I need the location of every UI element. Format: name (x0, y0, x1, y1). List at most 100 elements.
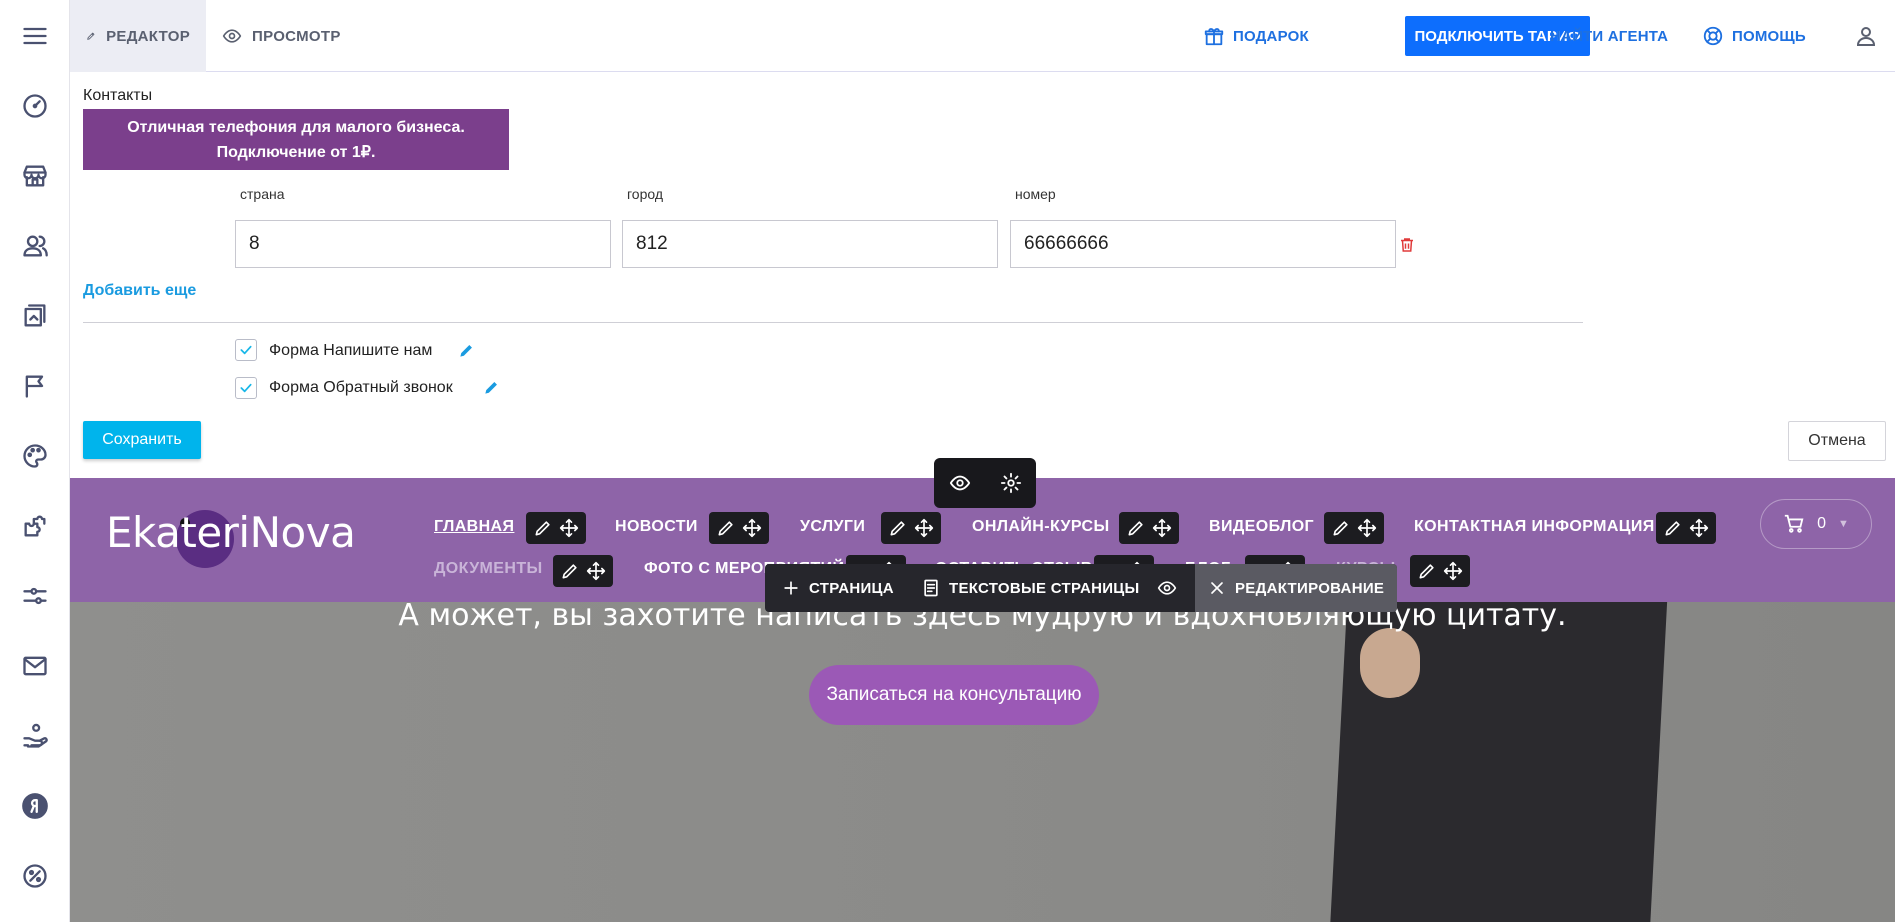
pencil-icon[interactable] (716, 518, 736, 538)
discount-icon[interactable] (17, 858, 53, 894)
nav-contact-info[interactable]: КОНТАКТНАЯ ИНФОРМАЦИЯ (1414, 518, 1655, 536)
promo-banner[interactable]: Отличная телефония для малого бизнеса. П… (83, 109, 509, 170)
promo-line-2: Подключение от 1₽. (216, 144, 376, 161)
gift-label: ПОДАРОК (1233, 27, 1309, 45)
cart-button[interactable]: 0 ▼ (1760, 499, 1872, 549)
tab-preview[interactable]: ПРОСМОТР (206, 0, 357, 72)
pages-icon[interactable] (17, 298, 53, 334)
move-icon[interactable] (586, 561, 606, 581)
nav-documents[interactable]: ДОКУМЕНТЫ (434, 560, 543, 578)
checkbox-write-us[interactable] (235, 339, 257, 361)
cart-count: 0 (1817, 515, 1826, 532)
editing-label: РЕДАКТИРОВАНИЕ (1235, 579, 1385, 597)
help-link[interactable]: ПОМОЩЬ (1702, 0, 1806, 72)
eye-icon[interactable] (949, 472, 971, 494)
pencil-icon (87, 32, 95, 40)
pencil-icon[interactable] (1126, 518, 1146, 538)
hero-figure-hand (1360, 628, 1420, 698)
country-code-input[interactable] (235, 220, 611, 268)
tab-preview-label: ПРОСМОТР (252, 27, 341, 45)
panel-title: Контакты (83, 87, 153, 104)
left-sidebar (0, 0, 70, 922)
top-bar: РЕДАКТОР ПРОСМОТР ПОДАРОК ПОДКЛЮЧИТЬ ТАР… (70, 0, 1895, 72)
flag-icon[interactable] (17, 368, 53, 404)
nav-item-controls (881, 512, 941, 544)
move-icon[interactable] (914, 518, 934, 538)
check-icon (240, 383, 252, 393)
save-button[interactable]: Сохранить (83, 421, 201, 459)
users-icon[interactable] (17, 228, 53, 264)
site-logo[interactable]: EkateriNova (106, 508, 356, 557)
nav-item-controls (1656, 512, 1716, 544)
add-page-button[interactable]: СТРАНИЦА (781, 564, 894, 612)
add-page-label: СТРАНИЦА (809, 579, 894, 597)
puzzle-icon[interactable] (17, 508, 53, 544)
yandex-icon[interactable] (17, 788, 53, 824)
add-more-link[interactable]: Добавить еще (83, 282, 196, 300)
pencil-icon[interactable] (560, 561, 580, 581)
lifebuoy-icon (1703, 26, 1723, 46)
nav-item-controls (1119, 512, 1179, 544)
close-editing-button[interactable]: РЕДАКТИРОВАНИЕ (1195, 564, 1397, 612)
promo-line-1: Отличная телефония для малого бизнеса. (127, 119, 465, 136)
nav-videoblog[interactable]: ВИДЕОБЛОГ (1209, 518, 1314, 536)
preview-toggle-button[interactable] (1157, 564, 1177, 612)
nav-services[interactable]: УСЛУГИ (800, 518, 865, 536)
chevron-down-icon: ▼ (1838, 518, 1849, 530)
help-label: ПОМОЩЬ (1732, 27, 1806, 45)
trash-icon[interactable] (1398, 236, 1416, 254)
pencil-icon[interactable] (1417, 561, 1437, 581)
find-agent-link[interactable]: НАЙТИ АГЕНТА (1550, 0, 1668, 72)
city-code-input[interactable] (622, 220, 998, 268)
cancel-button[interactable]: Отмена (1788, 421, 1886, 461)
pencil-icon[interactable] (533, 518, 553, 538)
hand-coins-icon[interactable] (17, 718, 53, 754)
form-callback-label: Форма Обратный звонок (269, 379, 453, 396)
move-icon[interactable] (559, 518, 579, 538)
pencil-icon[interactable] (1331, 518, 1351, 538)
pencil-icon[interactable] (1663, 518, 1683, 538)
menu-icon[interactable] (17, 18, 53, 54)
sliders-icon[interactable] (17, 578, 53, 614)
store-icon[interactable] (17, 158, 53, 194)
nav-item-controls (526, 512, 586, 544)
divider (83, 322, 1583, 323)
consultation-button[interactable]: Записаться на консультацию (809, 665, 1099, 725)
pencil-icon[interactable] (888, 518, 908, 538)
move-icon[interactable] (1443, 561, 1463, 581)
close-icon (1211, 582, 1223, 594)
plus-icon (784, 581, 798, 595)
cart-icon (1784, 514, 1804, 533)
edit-pencil-icon[interactable] (458, 342, 475, 364)
move-icon[interactable] (1357, 518, 1377, 538)
text-pages-label: ТЕКСТОВЫЕ СТРАНИЦЫ (949, 579, 1140, 597)
palette-icon[interactable] (17, 438, 53, 474)
user-icon[interactable] (1854, 24, 1878, 48)
floating-edit-toolbar: СТРАНИЦА ТЕКСТОВЫЕ СТРАНИЦЫ РЕДАКТИРОВАН… (765, 564, 1397, 612)
document-icon (924, 579, 938, 597)
phone-number-input[interactable] (1010, 220, 1396, 268)
nav-item-controls (709, 512, 769, 544)
find-agent-label: НАЙТИ АГЕНТА (1550, 27, 1669, 45)
country-label: страна (240, 186, 285, 202)
move-icon[interactable] (1152, 518, 1172, 538)
city-label: город (627, 186, 664, 202)
checkbox-callback[interactable] (235, 377, 257, 399)
tab-editor[interactable]: РЕДАКТОР (70, 0, 206, 72)
nav-online-courses[interactable]: ОНЛАЙН-КУРСЫ (972, 518, 1110, 536)
contacts-editor-panel: Контакты Отличная телефония для малого б… (70, 72, 1895, 478)
text-pages-button[interactable]: ТЕКСТОВЫЕ СТРАНИЦЫ (921, 564, 1140, 612)
gift-link[interactable]: ПОДАРОК (1203, 0, 1309, 72)
nav-item-controls (1410, 555, 1470, 587)
eye-icon (1157, 581, 1177, 595)
mail-icon[interactable] (17, 648, 53, 684)
nav-main[interactable]: ГЛАВНАЯ (434, 518, 514, 536)
edit-pencil-icon[interactable] (483, 379, 500, 401)
block-controls-popover (934, 458, 1036, 508)
dashboard-icon[interactable] (17, 88, 53, 124)
gear-icon[interactable] (1000, 472, 1022, 494)
check-icon (240, 345, 252, 355)
nav-news[interactable]: НОВОСТИ (615, 518, 698, 536)
move-icon[interactable] (742, 518, 762, 538)
move-icon[interactable] (1689, 518, 1709, 538)
